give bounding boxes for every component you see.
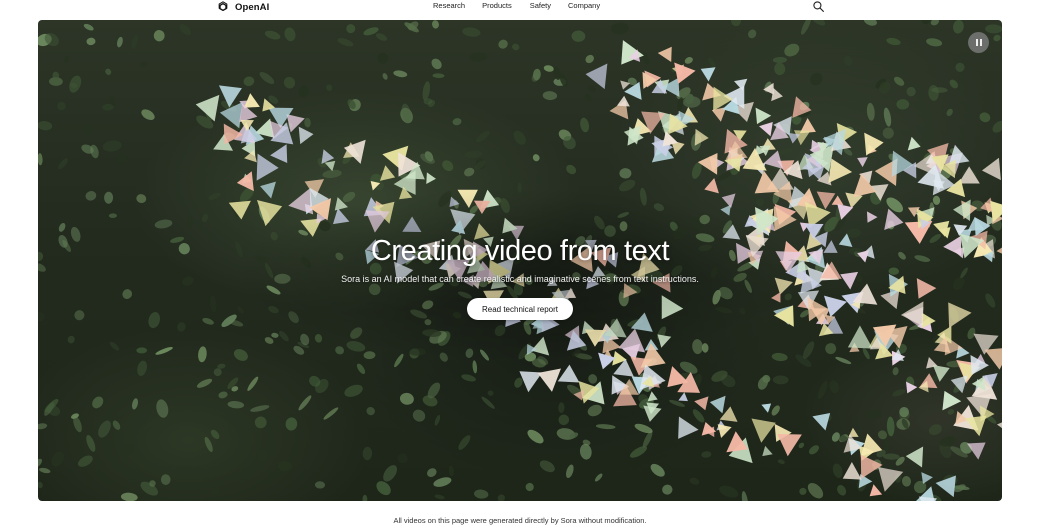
nav-safety[interactable]: Safety: [530, 1, 551, 10]
nav-company[interactable]: Company: [568, 1, 600, 10]
hero-subtitle: Sora is an AI model that can create real…: [341, 274, 699, 284]
nav-products[interactable]: Products: [482, 1, 512, 10]
pause-icon: [975, 39, 978, 46]
hero-video[interactable]: Creating video from text Sora is an AI m…: [38, 20, 1002, 501]
main-nav: Research Products Safety Company: [433, 1, 600, 10]
hero-title: Creating video from text: [370, 235, 670, 268]
brand-name: OpenAI: [235, 1, 270, 13]
brand-link[interactable]: OpenAI: [216, 0, 269, 14]
search-icon: [813, 1, 824, 12]
site-header: OpenAI Research Products Safety Company: [0, 0, 1048, 18]
search-button[interactable]: [812, 0, 825, 13]
read-technical-report-button[interactable]: Read technical report: [467, 298, 573, 320]
openai-logo-icon: [218, 1, 228, 11]
pause-button[interactable]: [968, 32, 989, 53]
nav-research[interactable]: Research: [433, 1, 465, 10]
video-caption: All videos on this page were generated d…: [393, 515, 647, 525]
